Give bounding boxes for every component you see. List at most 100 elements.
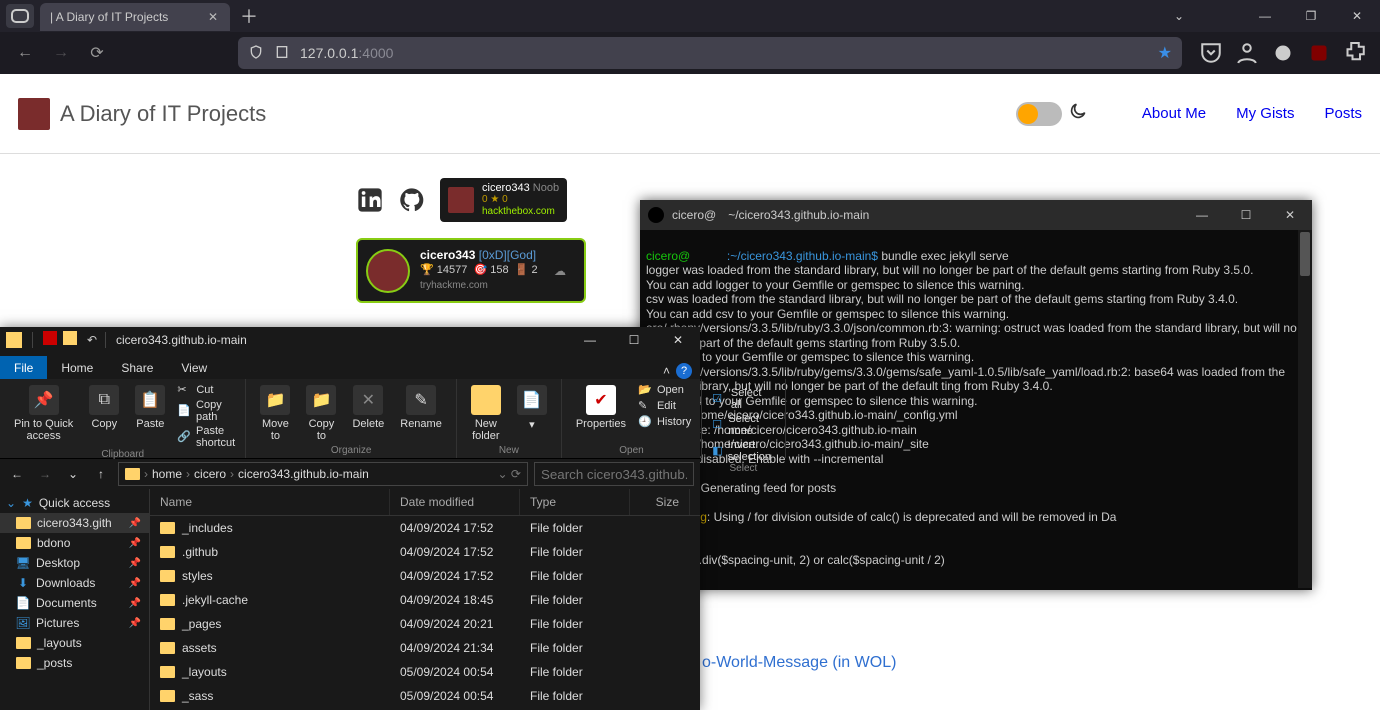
column-type[interactable]: Type bbox=[520, 489, 630, 515]
copy-button[interactable]: ⧉Copy bbox=[85, 383, 123, 432]
qat-new-folder-icon[interactable] bbox=[63, 331, 77, 345]
invert-selection-button[interactable]: ◧Invert selection bbox=[712, 439, 774, 463]
column-size[interactable]: Size bbox=[630, 489, 690, 515]
open-button[interactable]: 📂Open bbox=[638, 383, 691, 397]
ribbon-tab-file[interactable]: File bbox=[0, 356, 47, 379]
sidebar-item-pictures[interactable]: 🖼Pictures📌 bbox=[0, 613, 149, 633]
nav-forward-button[interactable]: → bbox=[34, 463, 56, 485]
tryhackme-badge[interactable]: cicero343 [0xD][God] 🏆 14577 🎯 158 🚪 2 t… bbox=[356, 238, 586, 303]
qat-properties-icon[interactable] bbox=[43, 331, 57, 345]
edit-button[interactable]: ✎Edit bbox=[638, 399, 691, 413]
close-tab-icon[interactable]: ✕ bbox=[208, 10, 222, 24]
post-link-partial[interactable]: o-World-Message (in WOL) bbox=[702, 654, 896, 672]
hackthebox-badge[interactable]: cicero343 Noob 0 ★ 0 hackthebox.com bbox=[440, 178, 567, 222]
table-row[interactable]: styles04/09/2024 17:52File folder bbox=[150, 564, 700, 588]
explorer-close-button[interactable]: ✕ bbox=[656, 327, 700, 353]
sidebar-item-bdono[interactable]: bdono📌 bbox=[0, 533, 149, 553]
qat-undo-icon[interactable]: ↶ bbox=[83, 331, 101, 349]
folder-icon bbox=[125, 468, 140, 480]
table-row[interactable]: _sass05/09/2024 00:54File folder bbox=[150, 684, 700, 708]
tabs-dropdown-icon[interactable]: ⌄ bbox=[1156, 0, 1202, 32]
explorer-maximize-button[interactable]: ☐ bbox=[612, 327, 656, 353]
url-text: 127.0.0.1:4000 bbox=[300, 45, 1148, 61]
file-explorer-window: ↶ cicero343.github.io-main — ☐ ✕ File Ho… bbox=[0, 327, 700, 710]
page-info-icon[interactable] bbox=[274, 44, 290, 63]
nav-about[interactable]: About Me bbox=[1142, 105, 1206, 122]
nav-gists[interactable]: My Gists bbox=[1236, 105, 1294, 122]
select-all-button[interactable]: ☑Select all bbox=[712, 387, 774, 411]
properties-button[interactable]: ✔Properties bbox=[572, 383, 630, 432]
reload-button[interactable]: ⟳ bbox=[82, 38, 112, 68]
nav-posts[interactable]: Posts bbox=[1324, 105, 1362, 122]
ribbon-tab-home[interactable]: Home bbox=[47, 356, 107, 379]
move-to-button[interactable]: 📁Move to bbox=[256, 383, 294, 444]
paste-shortcut-button[interactable]: 🔗Paste shortcut bbox=[177, 425, 235, 449]
new-tab-button[interactable]: ＋ bbox=[236, 3, 262, 29]
terminal-scrollbar[interactable] bbox=[1298, 230, 1312, 588]
table-row[interactable]: assets04/09/2024 21:34File folder bbox=[150, 636, 700, 660]
window-minimize-button[interactable]: — bbox=[1242, 0, 1288, 32]
ribbon-tab-view[interactable]: View bbox=[167, 356, 221, 379]
terminal-title-path: ~/cicero343.github.io-main bbox=[728, 208, 869, 222]
table-row[interactable]: .github04/09/2024 17:52File folder bbox=[150, 540, 700, 564]
window-restore-button[interactable]: ❐ bbox=[1288, 0, 1334, 32]
sidebar-item-layouts[interactable]: _layouts bbox=[0, 633, 149, 653]
sidebar-quick-access[interactable]: ⌄ ★ Quick access bbox=[0, 493, 149, 513]
bookmark-star-icon[interactable]: ★ bbox=[1158, 43, 1172, 63]
window-title: cicero343.github.io-main bbox=[116, 333, 247, 347]
group-open-label: Open bbox=[572, 445, 691, 456]
explorer-search-input[interactable] bbox=[534, 462, 694, 486]
nav-recent-button[interactable]: ⌄ bbox=[62, 463, 84, 485]
thm-streak-icon: ☁ bbox=[554, 264, 576, 278]
extensions-icon[interactable] bbox=[1340, 38, 1370, 68]
table-row[interactable]: .jekyll-cache04/09/2024 18:45File folder bbox=[150, 588, 700, 612]
nav-back-button[interactable]: ← bbox=[6, 463, 28, 485]
table-row[interactable]: _pages04/09/2024 20:21File folder bbox=[150, 612, 700, 636]
theme-toggle[interactable] bbox=[1016, 102, 1062, 126]
nav-up-button[interactable]: ↑ bbox=[90, 463, 112, 485]
terminal-minimize-button[interactable]: — bbox=[1180, 200, 1224, 230]
tab-title: | A Diary of IT Projects bbox=[50, 10, 168, 24]
rename-button[interactable]: ✎Rename bbox=[396, 383, 446, 432]
explorer-minimize-button[interactable]: — bbox=[568, 327, 612, 353]
pocket-icon[interactable] bbox=[1196, 38, 1226, 68]
linkedin-icon[interactable] bbox=[356, 186, 384, 214]
new-item-button[interactable]: 📄▾ bbox=[513, 383, 551, 433]
column-name[interactable]: Name bbox=[150, 489, 390, 515]
back-button[interactable]: ← bbox=[10, 38, 40, 68]
sidebar-item-downloads[interactable]: ⬇Downloads📌 bbox=[0, 573, 149, 593]
terminal-close-button[interactable]: ✕ bbox=[1268, 200, 1312, 230]
ublock-icon[interactable] bbox=[1304, 38, 1334, 68]
github-icon[interactable] bbox=[398, 186, 426, 214]
column-date[interactable]: Date modified bbox=[390, 489, 520, 515]
history-button[interactable]: 🕘History bbox=[638, 415, 691, 429]
paste-button[interactable]: 📋Paste bbox=[131, 383, 169, 432]
select-none-button[interactable]: ☐Select none bbox=[712, 413, 774, 437]
forward-button[interactable]: → bbox=[46, 38, 76, 68]
breadcrumb[interactable]: ›home ›cicero ›cicero343.github.io-main … bbox=[118, 462, 528, 486]
account-icon[interactable] bbox=[1232, 38, 1262, 68]
terminal-title-user: cicero@ bbox=[672, 208, 716, 222]
pin-to-quick-access-button[interactable]: 📌Pin to Quick access bbox=[10, 383, 77, 444]
table-row[interactable]: _layouts05/09/2024 00:54File folder bbox=[150, 660, 700, 684]
sidebar-item-repo[interactable]: cicero343.gith📌 bbox=[0, 513, 149, 533]
ribbon-tab-share[interactable]: Share bbox=[107, 356, 167, 379]
cut-button[interactable]: ✂Cut bbox=[177, 383, 235, 397]
extension-icon-1[interactable] bbox=[1268, 38, 1298, 68]
shield-icon bbox=[248, 44, 264, 63]
terminal-maximize-button[interactable]: ☐ bbox=[1224, 200, 1268, 230]
delete-button[interactable]: ✕Delete bbox=[348, 383, 388, 432]
sidebar-item-documents[interactable]: 📄Documents📌 bbox=[0, 593, 149, 613]
copy-to-button[interactable]: 📁Copy to bbox=[302, 383, 340, 444]
sidebar-item-desktop[interactable]: 🖥Desktop📌 bbox=[0, 553, 149, 573]
help-icon[interactable]: ? bbox=[676, 363, 692, 379]
browser-tab[interactable]: | A Diary of IT Projects ✕ bbox=[40, 3, 230, 31]
address-bar[interactable]: 127.0.0.1:4000 ★ bbox=[238, 37, 1182, 69]
copy-path-button[interactable]: 📄Copy path bbox=[177, 399, 235, 423]
group-clipboard-label: Clipboard bbox=[10, 449, 235, 460]
window-close-button[interactable]: ✕ bbox=[1334, 0, 1380, 32]
ribbon-collapse-icon[interactable]: ˄ bbox=[663, 364, 670, 378]
table-row[interactable]: _includes04/09/2024 17:52File folder bbox=[150, 516, 700, 540]
new-folder-button[interactable]: New folder bbox=[467, 383, 505, 444]
sidebar-item-posts[interactable]: _posts bbox=[0, 653, 149, 673]
